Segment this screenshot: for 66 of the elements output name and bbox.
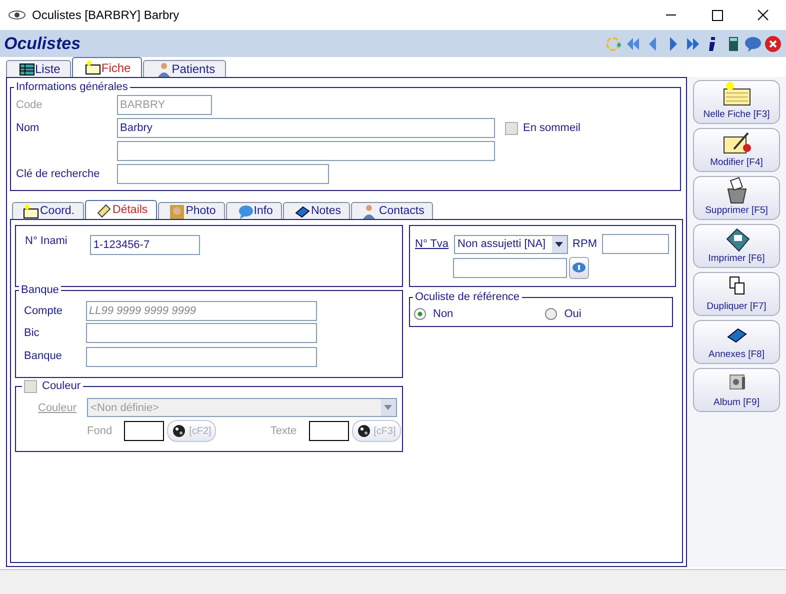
- field-label: RPM: [572, 238, 597, 250]
- name-field[interactable]: [117, 141, 495, 161]
- tab[interactable]: Fiche: [72, 57, 142, 77]
- dropdown-arrow-icon[interactable]: [555, 242, 564, 246]
- tab[interactable]: Coord.: [12, 202, 84, 219]
- book-icon: [294, 204, 310, 218]
- field-label: Clé de recherche: [16, 168, 101, 180]
- group-title: Informations générales: [14, 80, 130, 94]
- speech-bubble-icon: [572, 262, 586, 274]
- text-field[interactable]: LL99 9999 9999 9999: [86, 301, 317, 321]
- tab[interactable]: Contacts: [350, 202, 434, 219]
- name-field[interactable]: Barbry: [117, 118, 495, 138]
- action-button[interactable]: Supprimer [F5]: [693, 176, 780, 220]
- checkbox-label: En sommeil: [523, 122, 580, 134]
- tab[interactable]: Liste: [6, 60, 72, 77]
- tab[interactable]: Notes: [282, 202, 350, 219]
- checkbox-label: Couleur: [42, 379, 81, 393]
- text-field[interactable]: [86, 347, 317, 367]
- group-title: Banque: [19, 283, 61, 297]
- table-icon: [19, 62, 35, 76]
- check-button[interactable]: [569, 257, 589, 279]
- action-button[interactable]: Nelle Fiche [F3]: [693, 80, 780, 124]
- vat-number-field[interactable]: [453, 258, 567, 278]
- portrait-icon: [168, 204, 185, 218]
- radio-button[interactable]: [414, 308, 426, 320]
- field-label: Banque: [24, 350, 63, 362]
- action-button[interactable]: Modifier [F4]: [693, 128, 780, 172]
- search-key-field[interactable]: [117, 164, 329, 184]
- field-label: Texte: [270, 425, 297, 437]
- field-label: Code: [16, 99, 44, 111]
- field-label: Nom: [16, 122, 40, 134]
- inami-field[interactable]: 1-123456-7: [90, 235, 200, 255]
- tab[interactable]: Info: [226, 202, 282, 219]
- rpm-field[interactable]: [602, 234, 669, 254]
- text-field[interactable]: [86, 323, 317, 343]
- speech-bubble-icon: [236, 204, 253, 218]
- folder-icon: [23, 204, 39, 218]
- refresh-icon[interactable]: [604, 34, 622, 52]
- action-button[interactable]: Album [F9]: [693, 368, 780, 412]
- tab[interactable]: Détails: [84, 200, 157, 219]
- action-button[interactable]: Annexes [F8]: [693, 320, 780, 364]
- palette-icon: [172, 424, 186, 438]
- help-icon[interactable]: [744, 34, 762, 52]
- section-title: Oculistes: [4, 34, 81, 54]
- radio-label: Oui: [564, 308, 582, 320]
- palette-icon: [356, 424, 371, 438]
- field-label: Fond: [87, 425, 112, 437]
- person-icon: [362, 204, 378, 218]
- checkbox[interactable]: [505, 122, 518, 134]
- pencil-icon: [96, 202, 112, 218]
- action-button[interactable]: Dupliquer [F7]: [693, 272, 780, 316]
- window-title: Oculistes [BARBRY] Barbry: [32, 8, 180, 22]
- field-label: Compte: [24, 305, 64, 317]
- radio-label: Non: [433, 308, 454, 320]
- radio-button[interactable]: [545, 308, 558, 320]
- eye-icon: [8, 10, 26, 20]
- vat-dropdown[interactable]: Non assujetti [NA]: [454, 234, 568, 254]
- field-label: N° Inami: [25, 235, 68, 247]
- tab[interactable]: Patients: [142, 60, 226, 77]
- tab[interactable]: Photo: [158, 202, 225, 219]
- person-icon: [156, 62, 172, 76]
- field-label[interactable]: N° Tva: [415, 238, 449, 250]
- folder-icon: [85, 60, 102, 75]
- action-button[interactable]: Imprimer [F6]: [693, 224, 780, 268]
- field-label: Couleur: [38, 402, 77, 414]
- field-label: Bic: [24, 327, 40, 339]
